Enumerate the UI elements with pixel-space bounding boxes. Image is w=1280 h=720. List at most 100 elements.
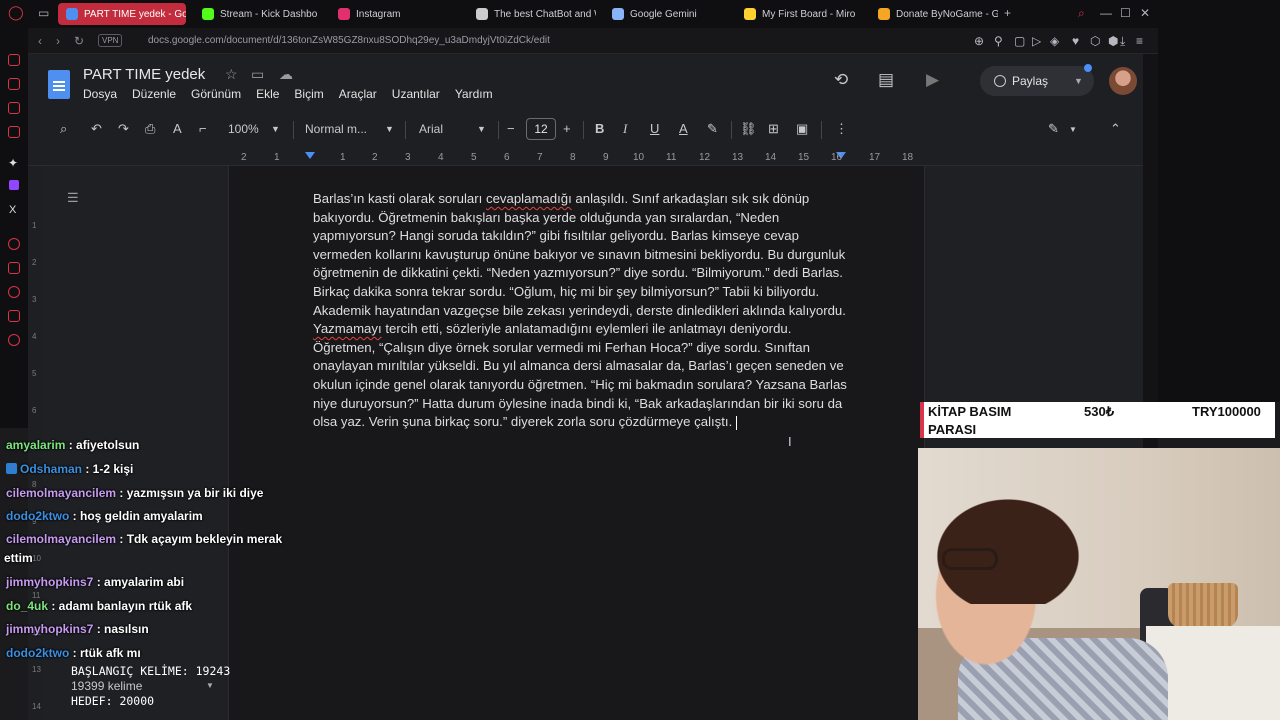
document-page[interactable]: Barlas’ın kasti olarak soruları cevaplam… — [228, 166, 925, 720]
document-body[interactable]: Barlas’ın kasti olarak soruları cevaplam… — [313, 190, 853, 432]
sidebar-x-icon[interactable]: X — [9, 204, 16, 216]
cloud-status-icon[interactable]: ☁ — [279, 66, 293, 83]
menu-item[interactable]: Ekle — [256, 87, 279, 101]
sidebar-twitch-icon[interactable] — [9, 180, 19, 190]
url-field[interactable]: docs.google.com/document/d/136tonZsW85GZ… — [148, 35, 550, 46]
search-menus-icon[interactable]: ⌕ — [60, 121, 67, 137]
browser-tab[interactable]: PART TIME yedek - Goog — [58, 3, 186, 25]
spellcheck-icon[interactable]: A — [173, 121, 182, 136]
browser-tab[interactable]: My First Board - Miro — [736, 3, 862, 25]
misspelled-word[interactable]: cevaplamadığı — [486, 191, 572, 206]
vpn-badge[interactable]: VPN — [98, 34, 123, 47]
snapshot-icon[interactable]: ▢ — [1014, 34, 1025, 48]
search-tabs-icon[interactable]: ⌕ — [1078, 6, 1085, 21]
share-button[interactable]: Paylaş ▼ — [980, 66, 1094, 96]
heart-icon[interactable]: ♥ — [1072, 34, 1079, 48]
user-avatar[interactable] — [1109, 67, 1137, 95]
downloads-icon[interactable]: ⤓ — [1120, 34, 1125, 49]
opera-logo-icon[interactable]: ◯ — [8, 4, 24, 21]
version-history-icon[interactable]: ⟲ — [834, 70, 848, 90]
browser-tab[interactable]: Google Gemini — [604, 3, 728, 25]
meet-icon[interactable]: ▶ — [926, 70, 939, 90]
menu-item[interactable]: Biçim — [294, 87, 323, 101]
chat-username[interactable]: dodo2ktwo — [6, 509, 69, 523]
sidebar-history-icon[interactable] — [8, 286, 20, 298]
google-docs-logo-icon[interactable] — [48, 70, 70, 99]
wallet-icon[interactable]: ⬢ — [1108, 34, 1118, 48]
chat-username[interactable]: jimmyhopkins7 — [6, 575, 93, 589]
menu-item[interactable]: Yardım — [455, 87, 493, 101]
sidebar-player-icon[interactable] — [8, 238, 20, 250]
undo-icon[interactable]: ↶ — [91, 121, 102, 137]
browser-tab[interactable]: The best ChatBot and W — [468, 3, 596, 25]
editing-chevron-icon[interactable]: ▼ — [1069, 125, 1077, 134]
sidebar-extensions-icon[interactable] — [8, 310, 20, 322]
menu-item[interactable]: Görünüm — [191, 87, 241, 101]
insert-image-icon[interactable]: ▣ — [796, 121, 808, 137]
left-indent-marker[interactable] — [305, 152, 315, 159]
misspelled-word[interactable]: Yazmamayı — [313, 321, 382, 336]
paint-format-icon[interactable]: ⌐ — [199, 121, 207, 136]
sidebar-music-icon[interactable] — [8, 78, 20, 90]
play-icon[interactable]: ▷ — [1032, 34, 1041, 48]
sidebar-bookmarks-icon[interactable] — [8, 262, 20, 274]
zoom-icon[interactable]: ⊕ — [974, 34, 984, 48]
browser-tab[interactable]: Stream - Kick Dashbo — [194, 3, 320, 25]
chat-username[interactable]: cilemolmayancilem — [6, 486, 116, 500]
chat-username[interactable]: jimmyhopkins7 — [6, 622, 93, 636]
pin-icon[interactable]: ⚲ — [994, 34, 1003, 48]
italic-icon[interactable]: I — [623, 121, 627, 137]
star-icon[interactable]: ☆ — [225, 66, 238, 83]
document-title[interactable]: PART TIME yedek — [83, 66, 205, 83]
sidebar-mail-icon[interactable] — [8, 126, 20, 138]
chat-username[interactable]: Odshaman — [20, 462, 82, 476]
close-window-icon[interactable]: ✕ — [1140, 6, 1150, 20]
browser-tab[interactable]: Instagram — [330, 3, 460, 25]
underline-icon[interactable]: U — [650, 121, 659, 136]
tab-workspace-icon[interactable]: ▭ — [38, 6, 49, 20]
menu-item[interactable]: Araçlar — [339, 87, 377, 101]
comments-icon[interactable]: ▤ — [878, 70, 894, 90]
browser-tab[interactable]: Donate ByNoGame - Gele — [870, 3, 998, 25]
document-outline-icon[interactable]: ☰ — [67, 190, 79, 206]
style-select[interactable]: Normal m... — [305, 122, 367, 136]
chat-username[interactable]: amyalarim — [6, 438, 65, 452]
sidebar-messenger-icon[interactable] — [8, 54, 20, 66]
horizontal-ruler[interactable]: 2 1 1 2 3 4 5 6 7 8 9 10 11 12 13 14 15 16 17 18 — [28, 150, 1143, 166]
increase-font-icon[interactable]: + — [563, 121, 571, 136]
move-folder-icon[interactable]: ▭ — [251, 66, 264, 83]
chat-username[interactable]: dodo2ktwo — [6, 646, 69, 660]
chat-username[interactable]: cilemolmayancilem — [6, 532, 116, 546]
bold-icon[interactable]: B — [595, 121, 604, 136]
redo-icon[interactable]: ↷ — [118, 121, 129, 137]
forward-icon[interactable]: › — [56, 34, 60, 48]
editing-mode-icon[interactable]: ✎ — [1048, 121, 1059, 137]
reload-icon[interactable]: ↻ — [74, 34, 84, 48]
font-chevron-icon[interactable]: ▼ — [477, 124, 486, 134]
hide-menus-icon[interactable]: ⌃ — [1110, 121, 1121, 137]
sidebar-settings-icon[interactable] — [8, 334, 20, 346]
chat-username[interactable]: do_4uk — [6, 599, 48, 613]
maximize-icon[interactable]: ☐ — [1120, 6, 1131, 20]
text-color-icon[interactable]: A — [679, 121, 688, 136]
menu-item[interactable]: Düzenle — [132, 87, 176, 101]
font-select[interactable]: Arial — [419, 122, 443, 136]
menu-item[interactable]: Uzantılar — [392, 87, 440, 101]
new-tab-icon[interactable]: + — [1004, 6, 1011, 20]
add-comment-icon[interactable]: ⊞ — [768, 121, 779, 137]
chevron-down-icon[interactable]: ▼ — [1074, 76, 1083, 86]
sidebar-instagram-icon[interactable] — [8, 102, 20, 114]
easy-setup-icon[interactable]: ≡ — [1136, 34, 1143, 48]
extensions-icon[interactable]: ⬡ — [1090, 34, 1100, 48]
menu-item[interactable]: Dosya — [83, 87, 117, 101]
decrease-font-icon[interactable]: − — [507, 121, 515, 136]
shield-icon[interactable]: ◈ — [1050, 34, 1059, 48]
link-icon[interactable]: ⛓ — [740, 121, 757, 137]
highlight-icon[interactable]: ✎ — [707, 121, 718, 137]
word-count-chevron-icon[interactable]: ▼ — [206, 681, 214, 690]
back-icon[interactable]: ‹ — [38, 34, 42, 48]
style-chevron-icon[interactable]: ▼ — [385, 124, 394, 134]
zoom-chevron-icon[interactable]: ▼ — [271, 124, 280, 134]
print-icon[interactable]: ⎙ — [145, 121, 155, 137]
minimize-icon[interactable]: — — [1100, 6, 1112, 20]
